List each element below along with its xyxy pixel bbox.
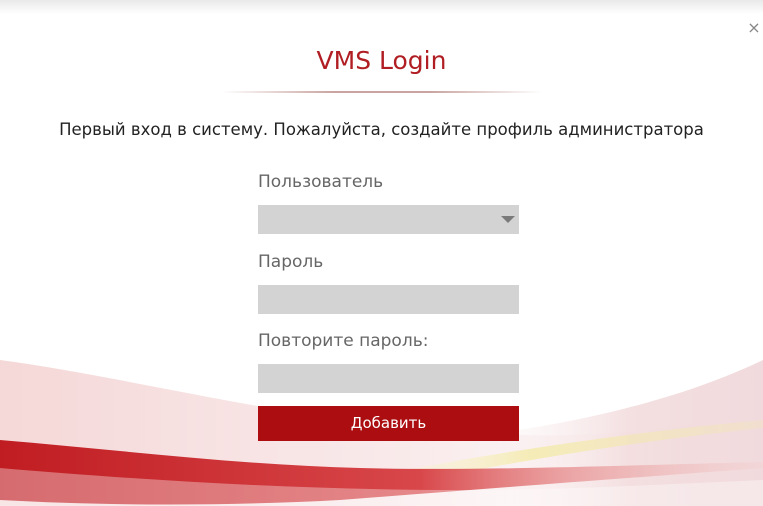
repeat-password-field[interactable] (258, 364, 519, 393)
dialog-title: VMS Login (316, 46, 447, 75)
top-shadow (0, 0, 763, 14)
dialog-subtitle: Первый вход в систему. Пожалуйста, созда… (59, 120, 704, 139)
user-select[interactable] (258, 205, 519, 234)
title-divider (222, 91, 542, 93)
add-button[interactable]: Добавить (258, 406, 519, 441)
password-field[interactable] (258, 285, 519, 314)
user-label: Пользователь (258, 172, 384, 192)
repeat-password-label: Повторите пароль: (258, 331, 429, 351)
chevron-down-icon (501, 216, 515, 223)
close-button[interactable]: × (745, 18, 763, 40)
login-dialog: × VMS Login Первый вход в систему. Пожал… (0, 0, 763, 506)
password-label: Пароль (258, 252, 324, 272)
close-icon: × (747, 18, 761, 37)
